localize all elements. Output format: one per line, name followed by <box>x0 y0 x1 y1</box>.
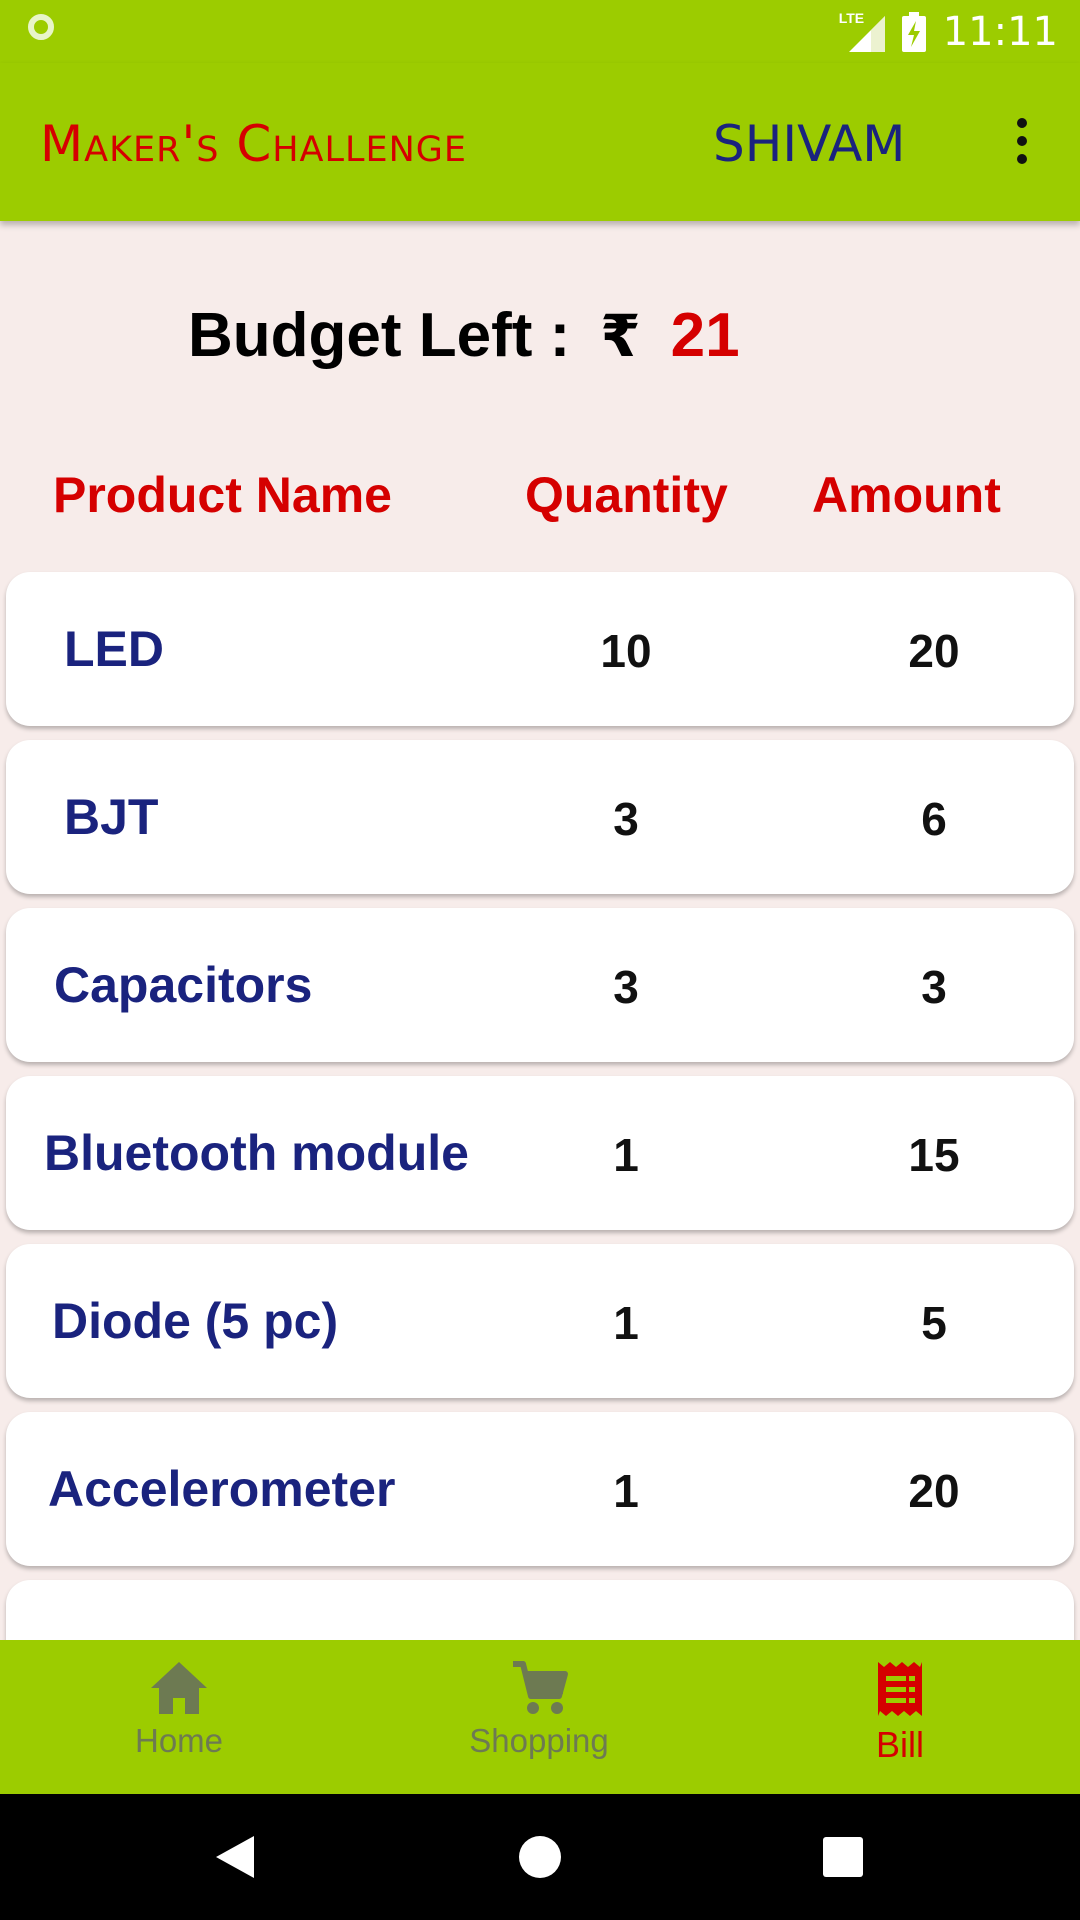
product-name: Bluetooth module <box>44 1125 469 1181</box>
recents-icon[interactable] <box>823 1837 863 1877</box>
header-product-name: Product Name <box>53 467 392 523</box>
product-name: Accelerometer <box>48 1461 396 1517</box>
product-name: Capacitors <box>54 957 313 1013</box>
bill-row[interactable]: Capacitors 3 3 <box>6 908 1074 1062</box>
bill-row[interactable]: Accelerometer 1 20 <box>6 1412 1074 1566</box>
bill-row[interactable]: Diode (5 pc) 1 5 <box>6 1244 1074 1398</box>
product-amount: 20 <box>908 1465 960 1517</box>
home-circle-icon[interactable] <box>518 1835 562 1879</box>
bill-row[interactable]: BJT 3 6 <box>6 740 1074 894</box>
app-title: Maker's Challenge <box>40 115 468 173</box>
network-type-label: LTE <box>838 10 865 26</box>
home-icon <box>151 1662 207 1714</box>
bill-row[interactable]: LED 10 20 <box>6 572 1074 726</box>
signal-icon: LTE <box>839 10 885 52</box>
bill-list[interactable]: LED 10 20 BJT 3 6 Capacitors 3 3 Bluetoo… <box>0 567 1080 1640</box>
notification-dot-icon <box>28 14 54 40</box>
product-quantity: 1 <box>613 1297 639 1349</box>
nav-bill-label: Bill <box>875 1724 924 1765</box>
bill-row-partial[interactable] <box>6 1580 1074 1640</box>
product-amount: 6 <box>921 793 947 845</box>
budget-label: Budget Left : <box>188 301 571 370</box>
receipt-icon <box>878 1662 922 1716</box>
nav-bill[interactable]: Bill <box>800 1660 1000 1766</box>
bill-row[interactable]: Bluetooth module 1 15 <box>6 1076 1074 1230</box>
product-amount: 15 <box>908 1129 960 1181</box>
product-amount: 5 <box>921 1297 947 1349</box>
product-quantity: 1 <box>613 1465 639 1517</box>
status-bar: LTE 11:11 <box>0 0 1080 63</box>
product-quantity: 3 <box>613 961 639 1013</box>
nav-home[interactable]: Home <box>79 1660 279 1760</box>
user-name: SHIVAM <box>713 115 906 173</box>
product-name: Diode (5 pc) <box>52 1293 339 1349</box>
budget-summary: Budget Left : ₹ 21 <box>188 300 740 371</box>
system-navigation-bar <box>0 1794 1080 1920</box>
nav-shopping[interactable]: Shopping <box>439 1660 639 1760</box>
product-quantity: 1 <box>613 1129 639 1181</box>
product-quantity: 3 <box>613 793 639 845</box>
product-name: LED <box>64 621 164 677</box>
clock: 11:11 <box>942 9 1058 55</box>
status-icons: LTE 11:11 <box>839 8 1058 56</box>
budget-amount: 21 <box>670 301 740 370</box>
product-name: BJT <box>64 789 159 845</box>
more-vert-icon[interactable] <box>1004 113 1040 173</box>
bottom-navigation: Home Shopping Bill <box>0 1640 1080 1794</box>
product-quantity: 10 <box>600 625 652 677</box>
nav-home-label: Home <box>134 1722 224 1759</box>
back-icon[interactable] <box>212 1834 256 1880</box>
product-amount: 20 <box>908 625 960 677</box>
app-bar: Maker's Challenge SHIVAM <box>0 63 1080 221</box>
battery-charging-icon <box>901 12 926 52</box>
header-quantity: Quantity <box>525 467 728 523</box>
header-amount: Amount <box>812 467 1001 523</box>
currency-symbol: ₹ <box>600 301 641 370</box>
cart-icon <box>513 1661 568 1714</box>
product-amount: 3 <box>921 961 947 1013</box>
nav-shopping-label: Shopping <box>469 1722 609 1759</box>
